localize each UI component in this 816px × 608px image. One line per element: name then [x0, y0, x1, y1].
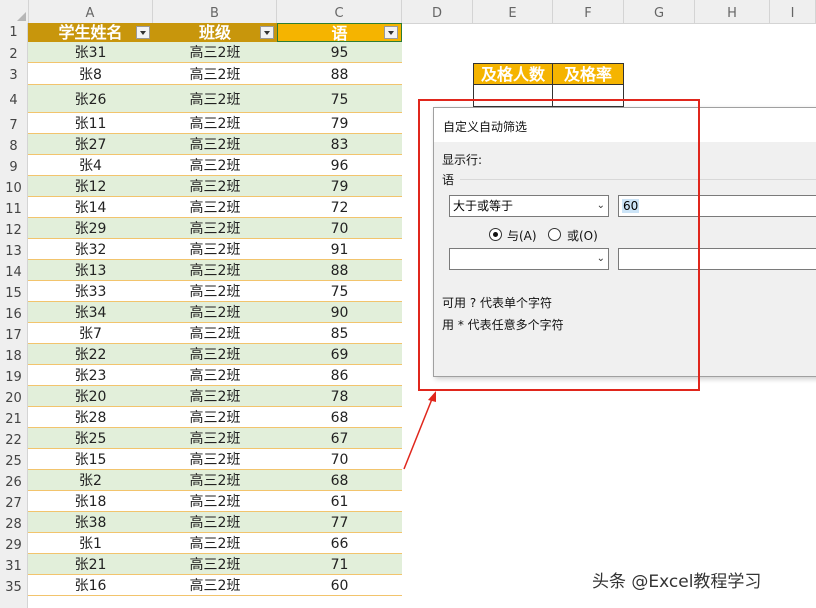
watermark: 头条 @Excel教程学习: [592, 572, 762, 592]
annotation-arrow: [403, 391, 436, 470]
